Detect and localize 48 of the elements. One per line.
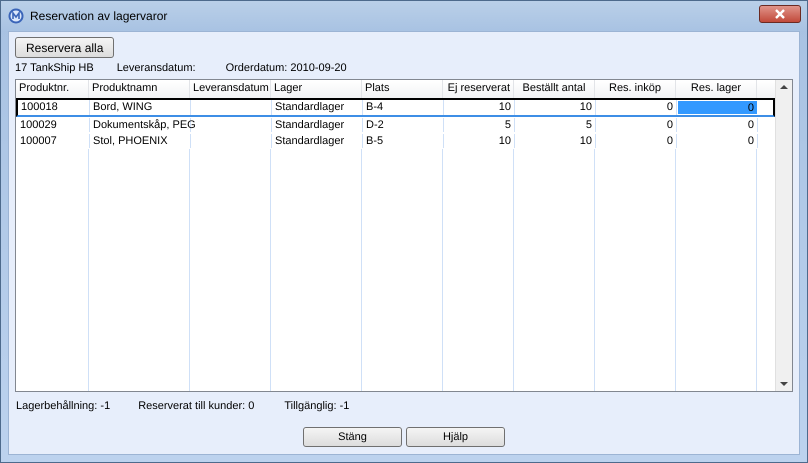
table-cell: 5 — [444, 118, 515, 132]
summary-text: Reserverat till kunder: 0 — [138, 400, 254, 412]
order-info-text: Orderdatum: 2010-09-20 — [226, 62, 347, 74]
column-header[interactable]: Produktnr. — [16, 80, 89, 98]
table-cell: 10 — [515, 134, 596, 148]
table-cell: 0 — [677, 118, 758, 132]
column-header[interactable]: Res. lager — [676, 80, 757, 98]
table-cell: 10 — [444, 100, 515, 115]
column-header[interactable]: Produktnamn — [89, 80, 190, 98]
table-cell: 100018 — [18, 100, 90, 115]
column-header[interactable]: Ej reserverat — [443, 80, 514, 98]
table-cell: 100029 — [17, 118, 90, 132]
column-header[interactable]: Beställt antal — [514, 80, 595, 98]
table-cell: 0 — [596, 118, 677, 132]
table-cell: 10 — [444, 134, 515, 148]
reserve-all-button[interactable]: Reservera alla — [15, 37, 114, 58]
close-button[interactable] — [759, 5, 801, 23]
dialog-button[interactable]: Stäng — [303, 427, 402, 447]
dialog-button[interactable]: Hjälp — [406, 427, 505, 447]
table-row[interactable]: 100029 Dokumentskåp, PEG Standardlager D-2 5 5 0 0 — [16, 117, 775, 133]
table-cell: D-2 — [363, 118, 444, 132]
table-cell: Standardlager — [272, 134, 363, 148]
table-cell: 0 — [677, 134, 758, 148]
column-header[interactable]: Plats — [362, 80, 443, 98]
table-cell: B-5 — [363, 134, 444, 148]
table-cell: Standardlager — [272, 100, 363, 115]
table-cell: Standardlager — [272, 118, 363, 132]
summary-text: Lagerbehållning: -1 — [16, 400, 110, 412]
summary-text: Tillgänglig: -1 — [284, 400, 350, 412]
order-info-text: Leveransdatum: — [116, 62, 196, 74]
scrollbar[interactable] — [775, 80, 792, 391]
table-cell: 0 — [596, 134, 677, 148]
table-cell: B-4 — [363, 100, 444, 115]
column-header[interactable]: Leveransdatum — [190, 80, 271, 98]
column-header[interactable]: Res. inköp — [595, 80, 676, 98]
table-cell: 100007 — [17, 134, 90, 148]
app-logo-icon — [8, 8, 24, 24]
cell-input[interactable]: 0 — [677, 100, 758, 115]
table-cell: 10 — [515, 100, 596, 115]
order-info-text: 17 TankShip HB — [15, 62, 94, 74]
table-row[interactable]: 100018 Bord, WING Standardlager B-4 10 10 0 0 — [16, 98, 775, 117]
table-cell: 5 — [515, 118, 596, 132]
table-row[interactable]: 100007 Stol, PHOENIX Standardlager B-5 10 10 0 0 — [16, 133, 775, 149]
window-title: Reservation av lagervaror — [30, 9, 168, 23]
close-icon — [773, 9, 787, 19]
table-cell: Stol, PHOENIX — [90, 134, 191, 148]
table-cell: Bord, WING — [90, 100, 191, 115]
column-header[interactable]: Lager — [271, 80, 362, 98]
